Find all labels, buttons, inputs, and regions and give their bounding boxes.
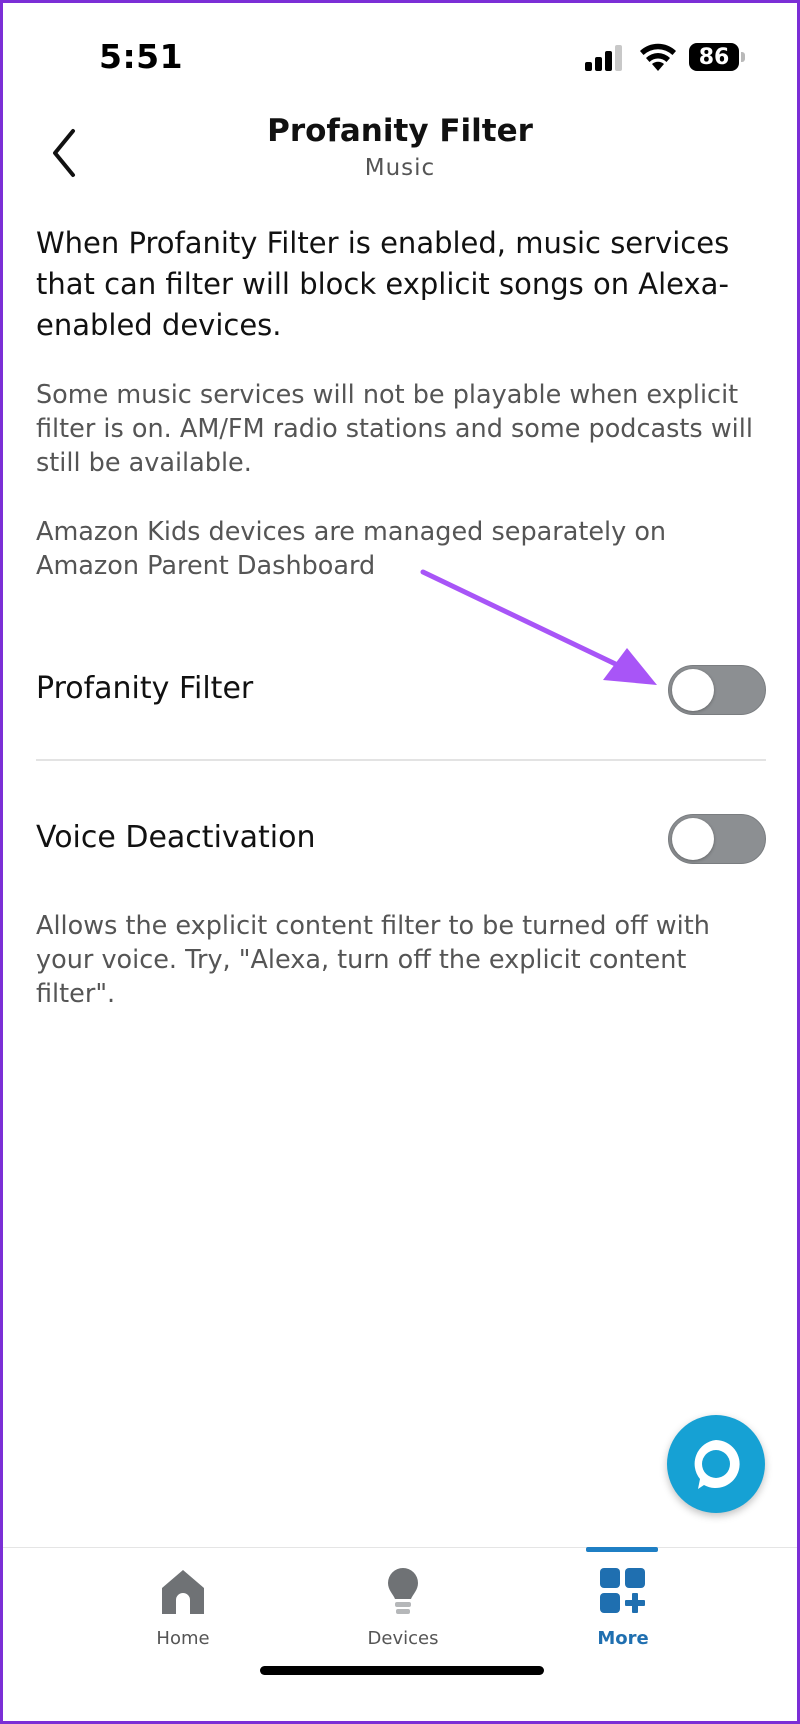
battery-icon: 86 [689,43,745,73]
battery-level: 86 [689,43,739,71]
toggle-knob [672,669,714,711]
profanity-filter-label: Profanity Filter [36,671,254,706]
tab-devices[interactable]: Devices [323,1548,483,1668]
page-subtitle: Music [364,155,436,181]
page-title: Profanity Filter [267,113,533,149]
app-screen: 5:51 86 Profanity Filter Music When Prof… [3,3,797,1721]
voice-deactivation-help: Allows the explicit content filter to be… [36,911,710,1009]
tab-more[interactable]: More [543,1548,703,1668]
navigation-header: Profanity Filter Music [3,113,797,193]
lightbulb-icon [388,1568,418,1614]
more-grid-icon [600,1568,645,1613]
annotation-arrow-icon [420,569,657,685]
tab-devices-label: Devices [367,1628,439,1649]
bottom-tab-bar: Home Devices More [3,1547,797,1721]
alexa-voice-button[interactable] [667,1415,765,1513]
cellular-signal-icon [585,45,625,71]
wifi-icon [638,41,678,73]
tab-home[interactable]: Home [103,1548,263,1668]
voice-deactivation-toggle[interactable] [668,814,766,864]
home-indicator[interactable] [260,1666,544,1675]
intro-text: When Profanity Filter is enabled, music … [36,226,730,342]
status-bar: 5:51 86 [3,3,797,113]
voice-deactivation-row: Voice Deactivation [36,798,766,878]
toggle-knob [672,818,714,860]
profanity-filter-toggle[interactable] [668,665,766,715]
tab-home-label: Home [156,1628,210,1649]
alexa-icon [694,1440,740,1489]
voice-deactivation-label: Voice Deactivation [36,820,316,855]
tab-more-label: More [597,1628,649,1649]
home-icon [162,1570,204,1614]
status-time: 5:51 [99,37,184,76]
availability-note: Some music services will not be playable… [36,380,753,478]
divider [36,759,766,761]
